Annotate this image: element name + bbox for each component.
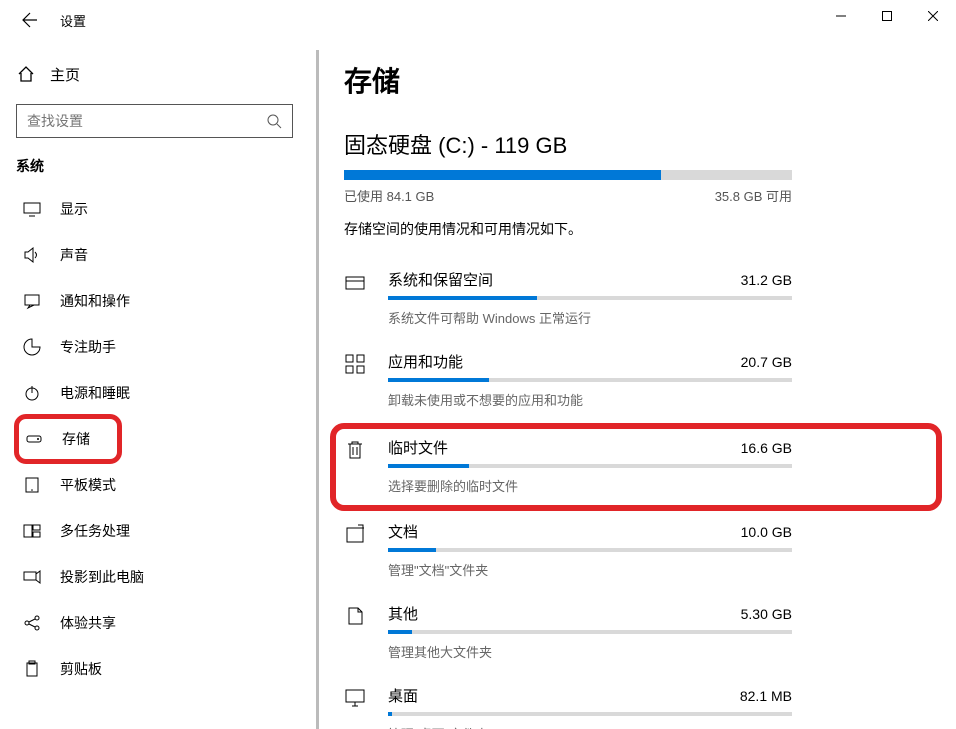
category-bar: [388, 378, 792, 382]
sound-icon: [20, 246, 44, 264]
maximize-button[interactable]: [864, 0, 910, 32]
sidebar-item-label: 电源和睡眠: [60, 383, 130, 403]
sidebar-item-label: 通知和操作: [60, 291, 130, 311]
focus-icon: [20, 338, 44, 356]
search-icon: [266, 113, 282, 129]
sidebar-item-label: 多任务处理: [60, 521, 130, 541]
sidebar-item-label: 体验共享: [60, 613, 116, 633]
display-icon: [20, 200, 44, 218]
category-size: 16.6 GB: [741, 440, 792, 456]
window-title: 设置: [60, 11, 86, 30]
home-icon: [16, 65, 36, 83]
category-title: 其他: [388, 603, 418, 624]
category-title: 系统和保留空间: [388, 269, 493, 290]
minimize-button[interactable]: [818, 0, 864, 32]
sidebar-item-label: 声音: [60, 245, 88, 265]
category-bar: [388, 464, 792, 468]
category-size: 82.1 MB: [740, 688, 792, 704]
category-size: 5.30 GB: [741, 606, 792, 622]
multitask-icon: [20, 522, 44, 540]
scrollbar[interactable]: [316, 50, 319, 729]
sidebar-item-multitask[interactable]: 多任务处理: [16, 508, 293, 554]
category-docs[interactable]: 文档 10.0 GB 管理"文档"文件夹: [344, 511, 916, 593]
category-size: 31.2 GB: [741, 272, 792, 288]
free-label: 35.8 GB 可用: [715, 186, 792, 205]
page-title: 存储: [344, 60, 916, 100]
other-icon: [344, 603, 388, 627]
home-link[interactable]: 主页: [16, 54, 293, 94]
temp-icon: [344, 437, 388, 461]
category-size: 20.7 GB: [741, 354, 792, 370]
sidebar-item-label: 投影到此电脑: [60, 567, 144, 587]
usage-desc: 存储空间的使用情况和可用情况如下。: [344, 219, 916, 239]
sidebar-item-tablet[interactable]: 平板模式: [16, 462, 293, 508]
sidebar-item-label: 专注助手: [60, 337, 116, 357]
category-temp[interactable]: 临时文件 16.6 GB 选择要删除的临时文件: [336, 429, 936, 505]
close-button[interactable]: [910, 0, 956, 32]
section-header: 系统: [16, 156, 293, 176]
sidebar-item-power[interactable]: 电源和睡眠: [16, 370, 293, 416]
sidebar-item-focus[interactable]: 专注助手: [16, 324, 293, 370]
category-size: 10.0 GB: [741, 524, 792, 540]
tablet-icon: [20, 476, 44, 494]
system-icon: [344, 269, 388, 293]
used-label: 已使用 84.1 GB: [344, 186, 434, 205]
sidebar-item-label: 存储: [62, 429, 90, 449]
storage-icon: [22, 430, 46, 448]
sidebar-item-display[interactable]: 显示: [16, 186, 293, 232]
category-desc: 管理"桌面"文件夹: [388, 724, 792, 729]
category-title: 临时文件: [388, 437, 448, 458]
category-desc: 管理"文档"文件夹: [388, 560, 792, 579]
shared-icon: [20, 614, 44, 632]
category-desc: 管理其他大文件夹: [388, 642, 792, 661]
category-other[interactable]: 其他 5.30 GB 管理其他大文件夹: [344, 593, 916, 675]
category-bar: [388, 630, 792, 634]
notify-icon: [20, 292, 44, 310]
category-system[interactable]: 系统和保留空间 31.2 GB 系统文件可帮助 Windows 正常运行: [344, 259, 916, 341]
docs-icon: [344, 521, 388, 545]
power-icon: [20, 384, 44, 402]
category-bar: [388, 296, 792, 300]
sidebar-item-notify[interactable]: 通知和操作: [16, 278, 293, 324]
search-input[interactable]: [27, 113, 266, 129]
sidebar-item-sound[interactable]: 声音: [16, 232, 293, 278]
category-desc: 卸载未使用或不想要的应用和功能: [388, 390, 792, 409]
category-title: 桌面: [388, 685, 418, 706]
category-title: 文档: [388, 521, 418, 542]
sidebar-item-storage[interactable]: 存储: [16, 416, 120, 462]
sidebar-item-label: 平板模式: [60, 475, 116, 495]
project-icon: [20, 568, 44, 586]
category-bar: [388, 712, 792, 716]
sidebar-item-project[interactable]: 投影到此电脑: [16, 554, 293, 600]
category-desc: 选择要删除的临时文件: [388, 476, 792, 495]
sidebar-item-label: 显示: [60, 199, 88, 219]
category-bar: [388, 548, 792, 552]
desktop-icon: [344, 685, 388, 709]
clipboard-icon: [20, 660, 44, 678]
category-desc: 系统文件可帮助 Windows 正常运行: [388, 308, 792, 327]
usage-bar: [344, 170, 792, 180]
sidebar-item-label: 剪贴板: [60, 659, 102, 679]
sidebar-item-shared[interactable]: 体验共享: [16, 600, 293, 646]
search-input-container[interactable]: [16, 104, 293, 138]
category-desktop[interactable]: 桌面 82.1 MB 管理"桌面"文件夹: [344, 675, 916, 729]
home-label: 主页: [50, 64, 80, 85]
apps-icon: [344, 351, 388, 375]
category-title: 应用和功能: [388, 351, 463, 372]
back-button[interactable]: [18, 8, 42, 32]
sidebar-item-clipboard[interactable]: 剪贴板: [16, 646, 293, 692]
drive-title: 固态硬盘 (C:) - 119 GB: [344, 128, 916, 160]
category-apps[interactable]: 应用和功能 20.7 GB 卸载未使用或不想要的应用和功能: [344, 341, 916, 423]
